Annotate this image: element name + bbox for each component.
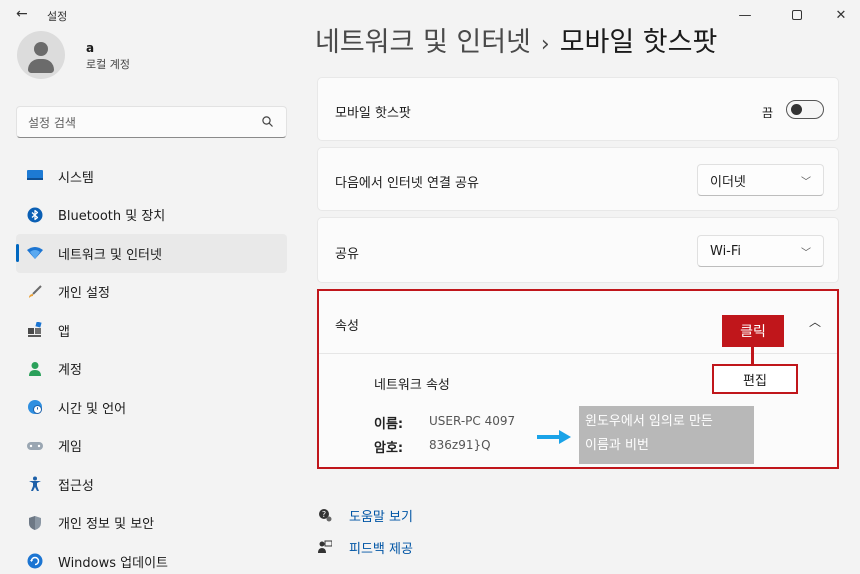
minimize-button[interactable]: — (722, 0, 768, 30)
help-links: ? 도움말 보기 피드백 제공 (317, 499, 413, 563)
sidebar-item-gaming[interactable]: 게임 (16, 427, 287, 466)
svg-text:?: ? (322, 510, 326, 519)
sidebar-item-label: 앱 (58, 324, 70, 340)
avatar[interactable] (17, 31, 65, 79)
account-type: 로컬 계정 (86, 58, 130, 71)
share-from-dropdown[interactable]: 이더넷 ﹀ (697, 164, 824, 196)
sidebar-item-label: Bluetooth 및 장치 (58, 209, 166, 225)
password-value: 836z91}Q (429, 438, 491, 452)
help-link[interactable]: ? 도움말 보기 (317, 499, 413, 531)
person-icon (26, 360, 44, 378)
sidebar-item-personalization[interactable]: 개인 설정 (16, 273, 287, 312)
sidebar-item-label: 네트워크 및 인터넷 (58, 247, 162, 263)
name-key: 이름: (374, 417, 404, 432)
wifi-icon (26, 244, 44, 262)
share-from-card: 다음에서 인터넷 연결 공유 이더넷 ﹀ (317, 147, 839, 211)
search-icon (261, 115, 275, 129)
click-annotation: 클릭 (722, 315, 784, 347)
page-title: 모바일 핫스팟 (559, 27, 718, 58)
note-line-1: 윈도우에서 임의로 만든 (585, 414, 713, 429)
back-button[interactable]: ← (16, 6, 28, 22)
sidebar-item-accounts[interactable]: 계정 (16, 350, 287, 389)
help-link-text: 도움말 보기 (349, 509, 413, 525)
feedback-icon (317, 539, 333, 555)
sidebar-nav: 시스템 Bluetooth 및 장치 네트워크 및 인터넷 개인 설정 앱 계정 (16, 157, 287, 574)
sidebar-item-privacy[interactable]: 개인 정보 및 보안 (16, 504, 287, 543)
share-over-dropdown[interactable]: Wi-Fi ﹀ (697, 235, 824, 267)
brush-icon (26, 283, 44, 301)
bluetooth-icon (26, 206, 44, 224)
sidebar-item-label: 개인 정보 및 보안 (58, 517, 155, 533)
search-placeholder: 설정 검색 (28, 115, 76, 130)
feedback-link[interactable]: 피드백 제공 (317, 531, 413, 563)
sidebar-item-system[interactable]: 시스템 (16, 157, 287, 196)
help-icon: ? (317, 507, 333, 523)
search-input[interactable]: 설정 검색 (16, 106, 287, 138)
sidebar-item-label: 접근성 (58, 478, 94, 494)
sidebar-item-apps[interactable]: 앱 (16, 311, 287, 350)
properties-title: 속성 (335, 319, 359, 334)
chevron-down-icon: ﹀ (801, 247, 811, 259)
sidebar-item-label: 게임 (58, 440, 82, 456)
sidebar-item-time-language[interactable]: 시간 및 언어 (16, 388, 287, 427)
sidebar-item-label: 계정 (58, 363, 82, 379)
sidebar-item-windows-update[interactable]: Windows 업데이트 (16, 542, 287, 574)
monitor-icon (26, 167, 44, 185)
globe-clock-icon (26, 398, 44, 416)
minimize-icon: — (738, 7, 752, 23)
breadcrumb-separator: › (540, 32, 550, 57)
sidebar-item-bluetooth[interactable]: Bluetooth 및 장치 (16, 196, 287, 235)
sidebar-item-label: 시스템 (58, 170, 94, 186)
chevron-up-icon[interactable]: ︿ (809, 313, 821, 330)
apps-icon (26, 321, 44, 339)
note-line-2: 이름과 비번 (585, 438, 649, 453)
app-title: 설정 (47, 10, 68, 23)
update-icon (26, 552, 44, 570)
sidebar-item-accessibility[interactable]: 접근성 (16, 465, 287, 504)
password-key: 암호: (374, 441, 404, 456)
dropdown-value: Wi-Fi (710, 243, 742, 259)
note-annotation: 윈도우에서 임의로 만든 이름과 비번 (579, 406, 754, 464)
toggle-state-text: 끔 (762, 106, 774, 120)
sidebar-item-network[interactable]: 네트워크 및 인터넷 (16, 234, 287, 273)
close-button[interactable]: ✕ (818, 0, 860, 30)
dropdown-value: 이더넷 (710, 174, 746, 190)
hotspot-card: 모바일 핫스팟 끔 (317, 77, 839, 141)
hotspot-label: 모바일 핫스팟 (335, 106, 411, 121)
breadcrumb-parent[interactable]: 네트워크 및 인터넷 (315, 27, 531, 58)
close-icon: ✕ (835, 7, 847, 23)
gamepad-icon (26, 437, 44, 455)
sidebar-item-label: Windows 업데이트 (58, 555, 169, 571)
share-from-label: 다음에서 인터넷 연결 공유 (335, 176, 479, 191)
maximize-button[interactable] (774, 0, 820, 30)
network-name-value: USER-PC 4097 (429, 414, 516, 428)
breadcrumb: 네트워크 및 인터넷 › 모바일 핫스팟 (315, 20, 717, 59)
edit-button[interactable]: 편집 (712, 364, 798, 394)
sidebar-item-label: 개인 설정 (58, 286, 110, 302)
share-over-card: 공유 Wi-Fi ﹀ (317, 217, 839, 283)
annotation-connector (751, 347, 754, 364)
network-properties-label: 네트워크 속성 (374, 378, 450, 393)
toggle-knob (791, 104, 802, 115)
accessibility-icon (26, 475, 44, 493)
user-name: a (86, 41, 95, 55)
maximize-icon (792, 10, 802, 20)
arrow-right-icon (537, 430, 571, 444)
share-over-label: 공유 (335, 247, 359, 262)
divider (319, 353, 837, 354)
feedback-link-text: 피드백 제공 (349, 541, 413, 557)
hotspot-toggle[interactable] (786, 100, 824, 119)
chevron-down-icon: ﹀ (801, 176, 811, 188)
sidebar-item-label: 시간 및 언어 (58, 401, 127, 417)
shield-icon (26, 514, 44, 532)
